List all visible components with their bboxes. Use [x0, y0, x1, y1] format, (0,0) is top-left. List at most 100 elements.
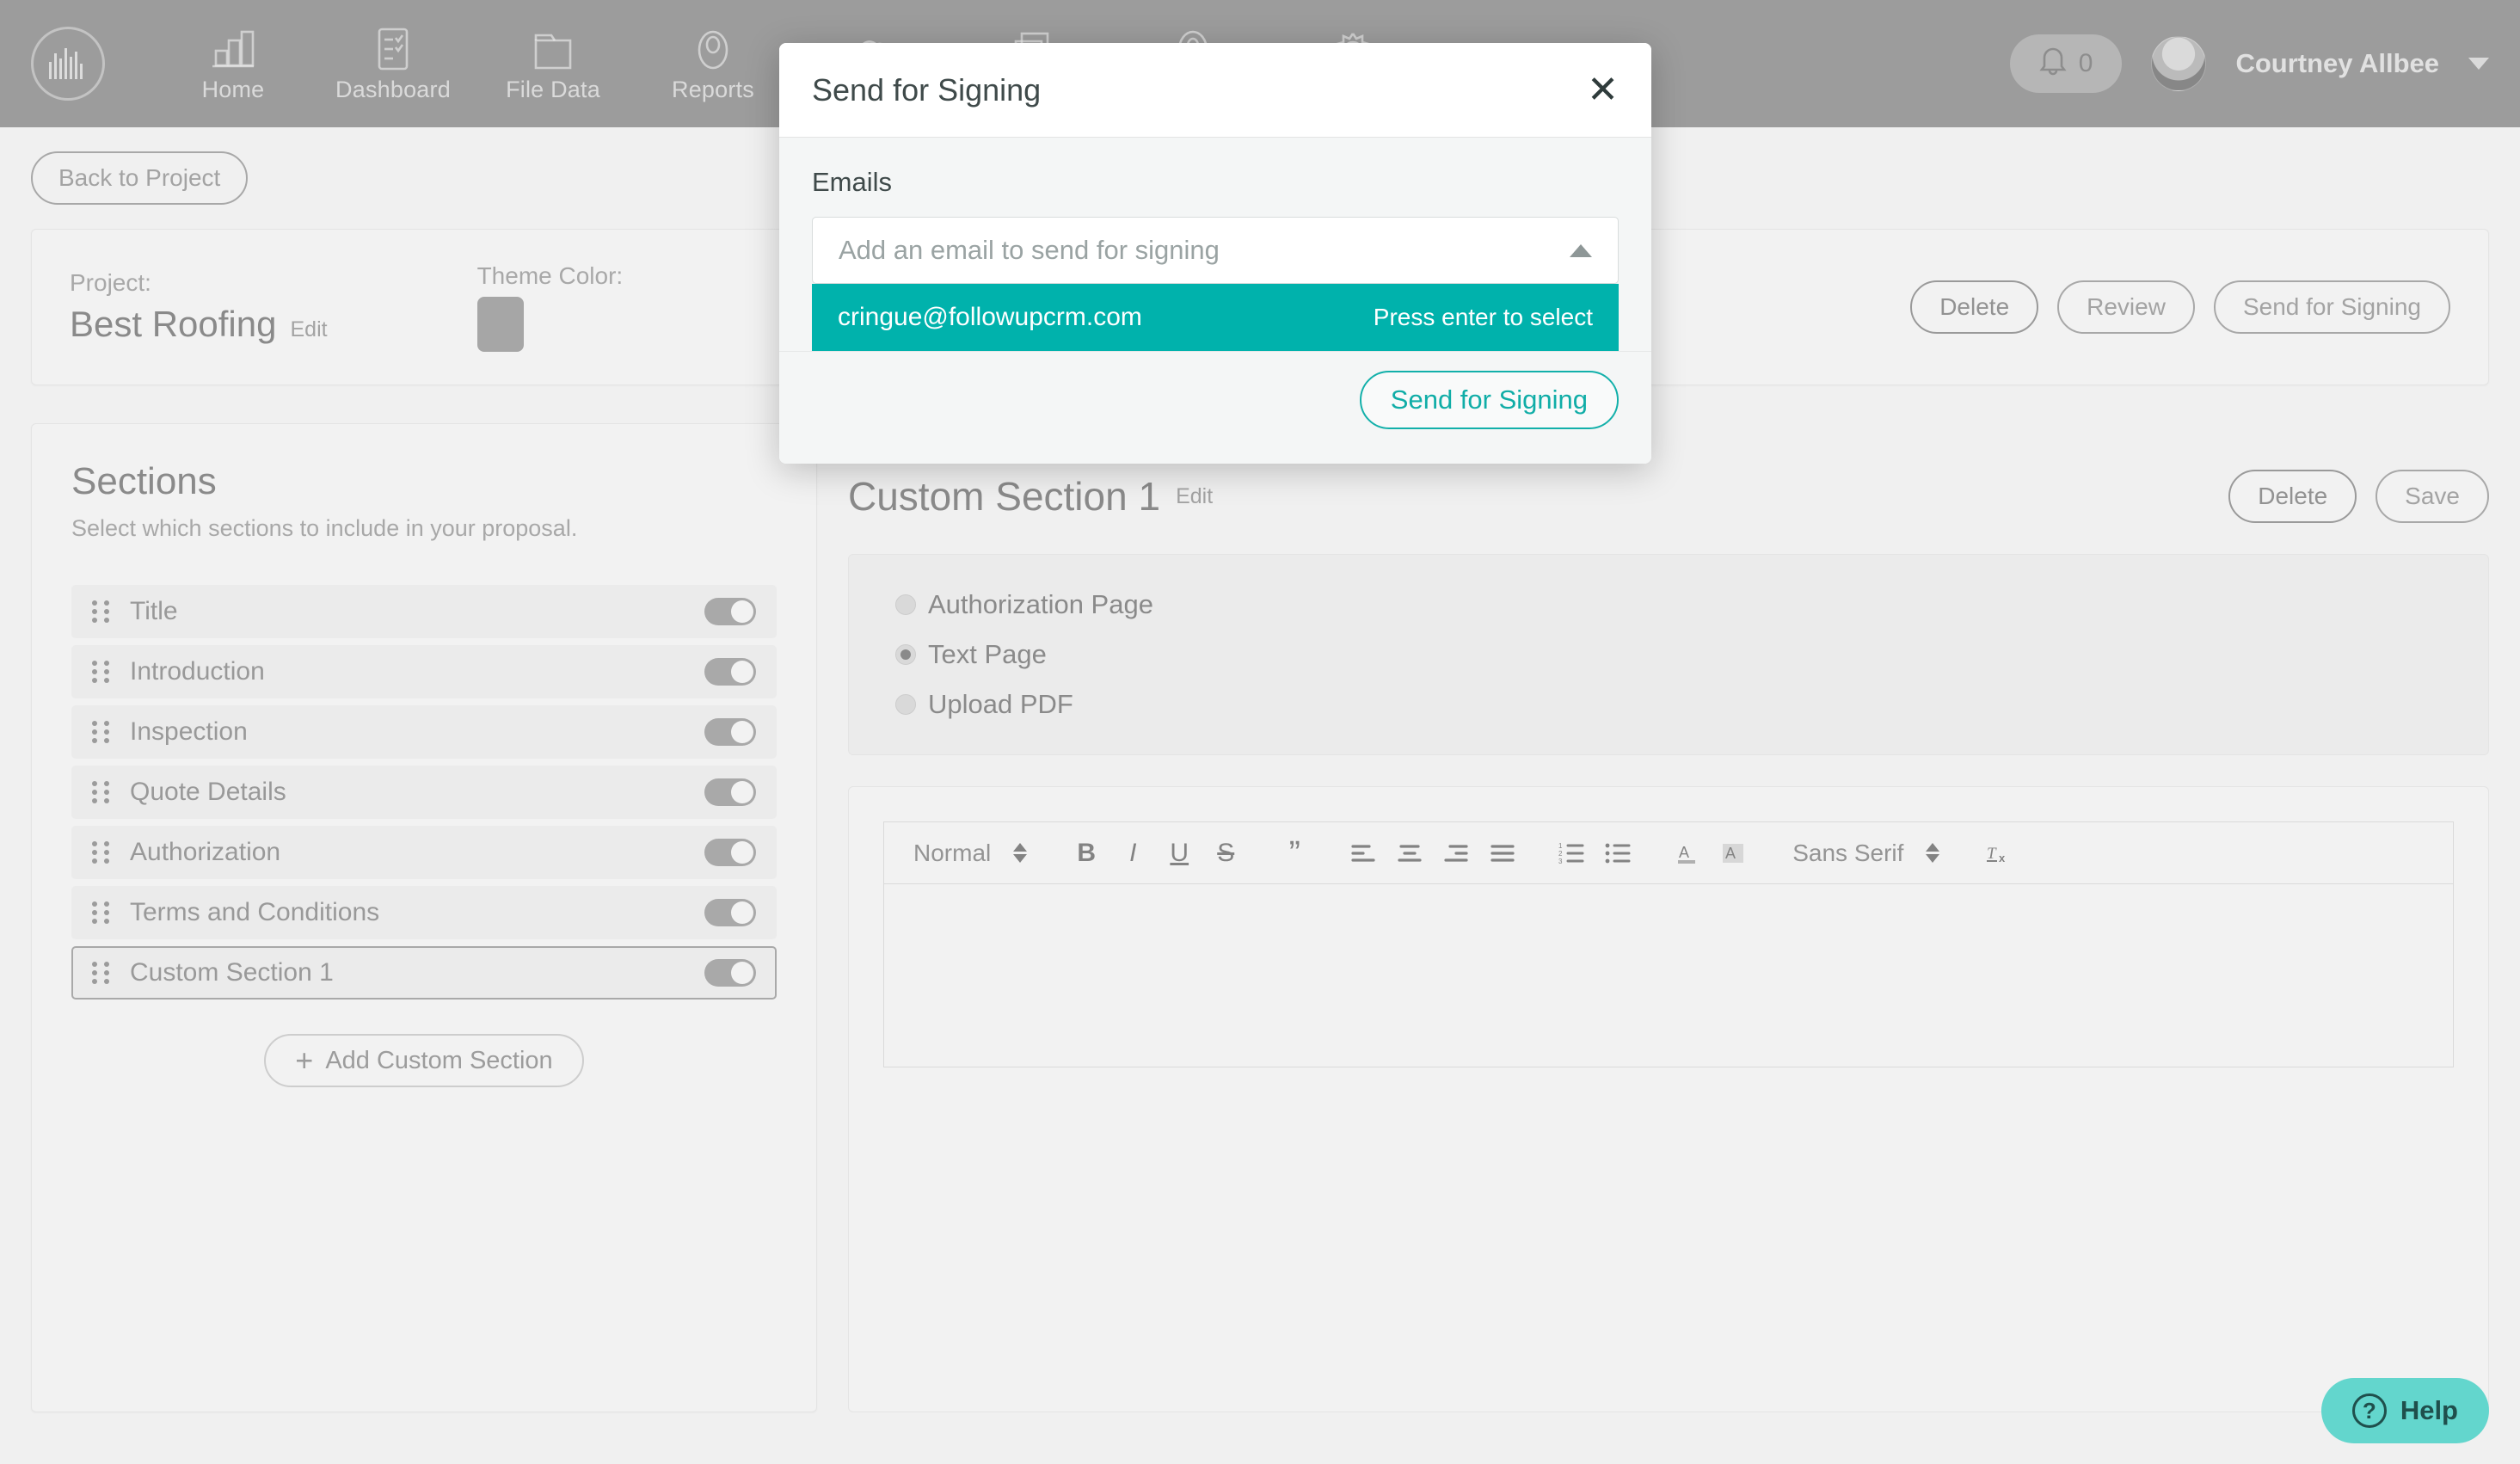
help-widget-button[interactable]: ? Help: [2320, 1378, 2489, 1443]
svg-text:T: T: [1987, 845, 1997, 863]
align-justify-icon[interactable]: [1479, 830, 1526, 877]
section-toggle[interactable]: [704, 899, 756, 926]
drag-handle-icon[interactable]: [92, 781, 111, 803]
brand-logo-icon[interactable]: [31, 27, 105, 101]
section-row[interactable]: Title: [71, 585, 777, 638]
align-center-icon[interactable]: [1386, 830, 1433, 877]
section-row[interactable]: Inspection: [71, 705, 777, 759]
plus-icon: +: [295, 1043, 314, 1078]
email-option-value: cringue@followupcrm.com: [838, 303, 1142, 331]
section-toggle[interactable]: [704, 718, 756, 746]
font-family-value: Sans Serif: [1792, 839, 1904, 866]
svg-text:A: A: [1679, 844, 1689, 861]
add-section-wrapper: + Add Custom Section: [71, 1034, 777, 1087]
delete-section-button[interactable]: Delete: [2228, 470, 2357, 523]
drag-handle-icon[interactable]: [92, 661, 111, 683]
theme-color-swatch[interactable]: [476, 297, 524, 352]
emails-label: Emails: [812, 167, 893, 197]
question-mark-icon: ?: [2351, 1393, 2387, 1428]
chevron-updown-icon: [1926, 843, 1940, 863]
add-custom-section-button[interactable]: + Add Custom Section: [264, 1034, 584, 1087]
review-proposal-button[interactable]: Review: [2057, 280, 2195, 334]
nav-label: Home: [201, 76, 265, 102]
target-icon: [692, 25, 734, 71]
section-row[interactable]: Quote Details: [71, 766, 777, 819]
radio-icon[interactable]: [895, 694, 916, 715]
section-content-title-row: Custom Section 1 Edit Delete Save: [848, 470, 2489, 523]
delete-proposal-button[interactable]: Delete: [1910, 280, 2039, 334]
close-icon[interactable]: ✕: [1587, 71, 1619, 109]
project-edit-link[interactable]: Edit: [290, 317, 327, 342]
bullet-list-icon[interactable]: [1595, 830, 1641, 877]
block-format-select[interactable]: Normal: [900, 840, 1041, 867]
drag-handle-icon[interactable]: [92, 962, 111, 984]
font-family-select[interactable]: Sans Serif: [1779, 840, 1953, 867]
radio-option-text-page[interactable]: Text Page: [895, 639, 2442, 670]
section-toggle[interactable]: [704, 658, 756, 686]
section-row[interactable]: Terms and Conditions: [71, 886, 777, 939]
svg-text:x: x: [1999, 852, 2006, 864]
nav-item-home[interactable]: Home: [153, 25, 313, 103]
section-toggle[interactable]: [704, 959, 756, 987]
editor-content-area[interactable]: [883, 883, 2454, 1067]
page-title: Custom Section 1: [848, 474, 1161, 519]
bar-chart-icon: [211, 25, 255, 71]
nav-item-reports[interactable]: Reports: [633, 25, 793, 103]
email-input-wrapper[interactable]: Add an email to send for signing: [812, 217, 1619, 284]
svg-text:1: 1: [1558, 842, 1563, 850]
nav-right-group: 0 Courtney Allbee: [2009, 34, 2489, 93]
checklist-icon: [372, 25, 414, 71]
chevron-updown-icon: [1013, 843, 1028, 863]
project-label: Project:: [70, 269, 151, 296]
nav-item-dashboard[interactable]: Dashboard: [313, 25, 473, 103]
user-name[interactable]: Courtney Allbee: [2235, 48, 2439, 79]
clear-formatting-icon[interactable]: T x: [1976, 830, 2022, 877]
email-option-highlighted[interactable]: cringue@followupcrm.com Press enter to s…: [812, 284, 1619, 351]
section-label: Introduction: [130, 657, 265, 686]
radio-icon-selected[interactable]: [895, 644, 916, 665]
text-color-icon[interactable]: A: [1663, 830, 1710, 877]
drag-handle-icon[interactable]: [92, 721, 111, 743]
section-label: Terms and Conditions: [130, 898, 380, 926]
radio-label: Text Page: [928, 639, 1047, 669]
radio-icon[interactable]: [895, 594, 916, 615]
drag-handle-icon[interactable]: [92, 600, 111, 623]
blockquote-icon[interactable]: ”: [1271, 830, 1318, 877]
help-widget-label: Help: [2400, 1395, 2458, 1425]
radio-option-upload-pdf[interactable]: Upload PDF: [895, 689, 2442, 720]
highlight-color-icon[interactable]: A: [1710, 830, 1756, 877]
rich-text-editor-panel: Normal B I U S ” 1 2 3 A A Sans Serif T …: [848, 786, 2489, 1412]
strikethrough-icon[interactable]: S: [1202, 830, 1249, 877]
section-toggle[interactable]: [704, 778, 756, 806]
radio-option-authorization-page[interactable]: Authorization Page: [895, 589, 2442, 620]
section-label: Quote Details: [130, 778, 286, 806]
drag-handle-icon[interactable]: [92, 841, 111, 864]
chevron-up-icon[interactable]: [1570, 243, 1592, 257]
underline-icon[interactable]: U: [1156, 830, 1202, 877]
send-for-signing-modal: Send for Signing ✕ Emails Add an email t…: [779, 43, 1651, 464]
chevron-down-icon[interactable]: [2468, 58, 2489, 70]
sections-panel: Sections Select which sections to includ…: [31, 423, 817, 1412]
drag-handle-icon[interactable]: [92, 901, 111, 924]
bold-icon[interactable]: B: [1063, 830, 1109, 877]
section-row[interactable]: Authorization: [71, 826, 777, 879]
ordered-list-icon[interactable]: 123: [1548, 830, 1595, 877]
modal-send-for-signing-button[interactable]: Send for Signing: [1359, 371, 1619, 429]
align-left-icon[interactable]: [1340, 830, 1386, 877]
avatar[interactable]: [2151, 36, 2207, 91]
save-section-button[interactable]: Save: [2376, 470, 2489, 523]
align-right-icon[interactable]: [1433, 830, 1479, 877]
section-content-actions: Delete Save: [2228, 470, 2489, 523]
send-for-signing-button[interactable]: Send for Signing: [2213, 280, 2450, 334]
section-title-edit-link[interactable]: Edit: [1176, 484, 1213, 509]
section-label: Inspection: [130, 717, 248, 746]
block-format-value: Normal: [913, 839, 992, 866]
nav-item-file-data[interactable]: File Data: [473, 25, 633, 103]
section-toggle[interactable]: [704, 598, 756, 625]
section-toggle[interactable]: [704, 839, 756, 866]
italic-icon[interactable]: I: [1109, 830, 1156, 877]
back-to-project-button[interactable]: Back to Project: [31, 151, 249, 205]
notifications-button[interactable]: 0: [2009, 34, 2123, 93]
section-row[interactable]: Introduction: [71, 645, 777, 698]
section-row-custom-section-1[interactable]: Custom Section 1: [71, 946, 777, 1000]
